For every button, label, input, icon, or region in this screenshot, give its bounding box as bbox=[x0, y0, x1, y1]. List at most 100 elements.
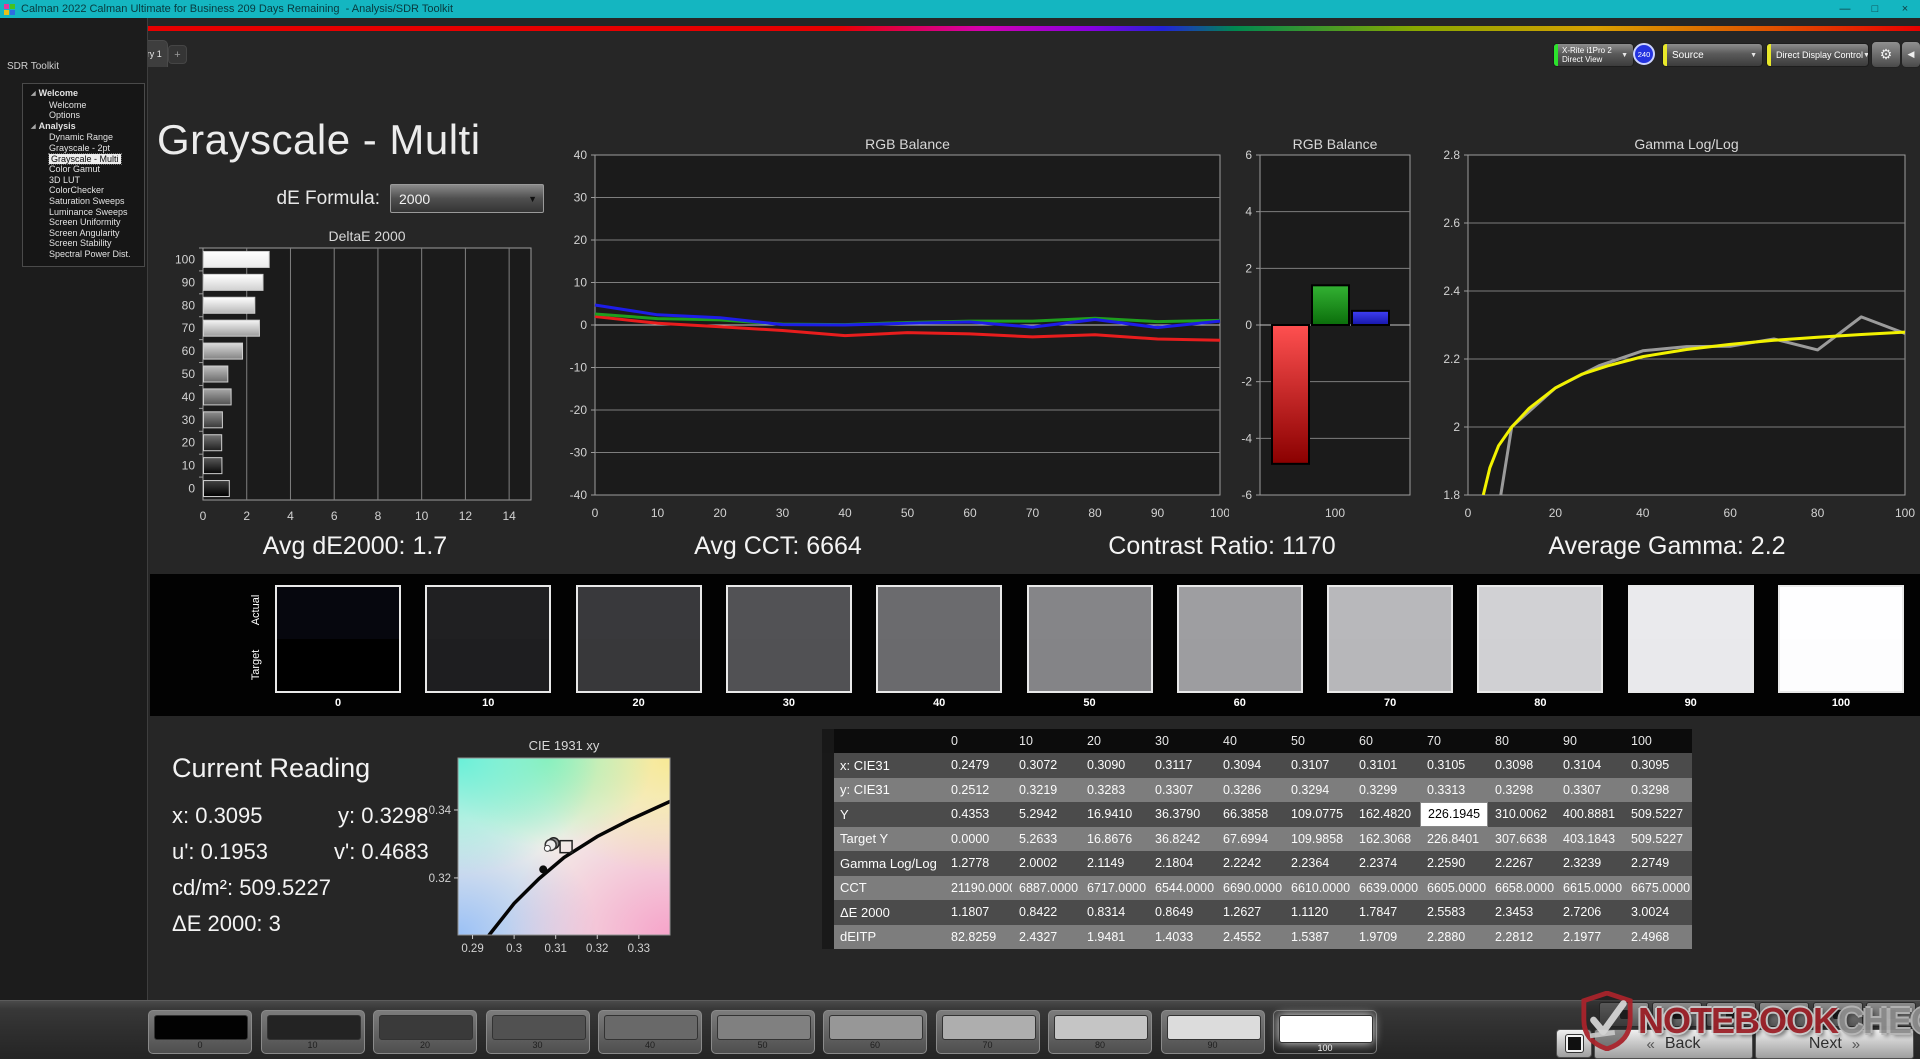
maximize-button[interactable]: □ bbox=[1860, 0, 1890, 18]
reading-de2000: ΔE 2000: 3 bbox=[172, 911, 281, 937]
table-header-row: 0102030405060708090100 bbox=[822, 729, 1692, 753]
level-patch-20[interactable]: 20 bbox=[373, 1010, 477, 1054]
table-cell: 0.3107 bbox=[1284, 753, 1352, 778]
reading-v-prime: v': 0.4683 bbox=[334, 839, 429, 865]
next-button[interactable]: Next » bbox=[1755, 1029, 1914, 1059]
svg-text:60: 60 bbox=[963, 506, 977, 517]
de-formula-select[interactable]: 2000 ▼ bbox=[390, 184, 544, 213]
stop-button[interactable] bbox=[1556, 1029, 1592, 1058]
table-cell: 5.2633 bbox=[1012, 827, 1080, 852]
patch-swatch bbox=[942, 1015, 1036, 1040]
svg-text:30: 30 bbox=[574, 191, 588, 205]
meter-select-button[interactable]: X-Rite i1Pro 2 Direct View ▼ bbox=[1553, 43, 1634, 67]
settings-button[interactable]: ⚙ bbox=[1871, 41, 1901, 68]
column-header-20: 20 bbox=[1080, 729, 1148, 753]
svg-text:0: 0 bbox=[1245, 318, 1252, 332]
sidebar-item-grayscale-multi[interactable]: Grayscale - Multi bbox=[23, 154, 144, 165]
transport-button[interactable] bbox=[1599, 1002, 1649, 1027]
sidebar-item-saturation-sweeps[interactable]: Saturation Sweeps bbox=[23, 196, 144, 207]
table-cell: 0.3294 bbox=[1284, 778, 1352, 803]
reading-x: x: 0.3095 bbox=[172, 803, 263, 829]
chevron-down-icon: ▼ bbox=[1621, 52, 1628, 59]
level-patch-50[interactable]: 50 bbox=[711, 1010, 815, 1054]
transport-button[interactable] bbox=[1866, 1002, 1916, 1027]
source-select-button[interactable]: Source ▼ bbox=[1662, 43, 1763, 67]
sidebar-item-grayscale-2pt[interactable]: Grayscale - 2pt bbox=[23, 143, 144, 154]
table-cell: 36.8242 bbox=[1148, 827, 1216, 852]
level-patch-70[interactable]: 70 bbox=[936, 1010, 1040, 1054]
transport-button[interactable] bbox=[1759, 1002, 1809, 1027]
transport-button[interactable] bbox=[1652, 1002, 1702, 1027]
display-status-icon bbox=[1767, 44, 1771, 66]
close-button[interactable]: × bbox=[1890, 0, 1920, 18]
table-cell: 2.1804 bbox=[1148, 851, 1216, 876]
sidebar-item-welcome[interactable]: ◢Welcome bbox=[23, 88, 144, 100]
sidebar-item-options[interactable]: Options bbox=[23, 110, 144, 121]
table-cell: 2.3453 bbox=[1488, 900, 1556, 925]
table-row: x: CIE310.24790.30720.30900.31170.30940.… bbox=[822, 753, 1692, 778]
source-status-icon bbox=[1663, 44, 1667, 66]
table-cell: 0.2479 bbox=[944, 753, 1012, 778]
swatch-label: 30 bbox=[726, 697, 852, 709]
expander-icon[interactable]: ◢ bbox=[31, 124, 36, 130]
sidebar-item-colorchecker[interactable]: ColorChecker bbox=[23, 185, 144, 196]
collapse-panel-button[interactable]: ◀ bbox=[1901, 41, 1920, 68]
sidebar-item-spectral-power-dist[interactable]: Spectral Power Dist. bbox=[23, 249, 144, 260]
next-label: Next bbox=[1809, 1035, 1842, 1053]
grayscale-swatch-90 bbox=[1628, 585, 1754, 693]
sidebar-item-analysis[interactable]: ◢Analysis bbox=[23, 121, 144, 133]
svg-text:6: 6 bbox=[331, 509, 338, 522]
level-patch-0[interactable]: 0 bbox=[148, 1010, 252, 1054]
patch-label: 40 bbox=[599, 1040, 701, 1050]
svg-text:-20: -20 bbox=[570, 403, 588, 417]
patch-swatch bbox=[267, 1015, 361, 1040]
transport-icon bbox=[1726, 1010, 1735, 1019]
table-cell: 0.3117 bbox=[1148, 753, 1216, 778]
sidebar-item-screen-angularity[interactable]: Screen Angularity bbox=[23, 228, 144, 239]
sidebar-item-screen-stability[interactable]: Screen Stability bbox=[23, 238, 144, 249]
table-cell: 6544.0000 bbox=[1148, 876, 1216, 901]
table-cell: 0.4353 bbox=[944, 802, 1012, 827]
back-button[interactable]: « Back bbox=[1594, 1029, 1753, 1059]
transport-button[interactable] bbox=[1706, 1002, 1756, 1027]
add-tab-button[interactable]: + bbox=[168, 45, 187, 64]
transport-button[interactable] bbox=[1813, 1002, 1863, 1027]
svg-text:4: 4 bbox=[287, 509, 294, 522]
grayscale-swatch-10 bbox=[425, 585, 551, 693]
svg-text:-6: -6 bbox=[1241, 488, 1252, 502]
table-cell: 2.4327 bbox=[1012, 925, 1080, 950]
de-formula-value: 2000 bbox=[399, 191, 430, 207]
svg-text:0.34: 0.34 bbox=[429, 805, 452, 817]
svg-text:8: 8 bbox=[375, 509, 382, 522]
sidebar-item-3d-lut[interactable]: 3D LUT bbox=[23, 175, 144, 186]
level-patch-60[interactable]: 60 bbox=[823, 1010, 927, 1054]
patch-swatch bbox=[154, 1015, 248, 1040]
svg-text:20: 20 bbox=[574, 233, 588, 247]
level-patch-100[interactable]: 100 bbox=[1273, 1010, 1377, 1054]
level-patch-10[interactable]: 10 bbox=[261, 1010, 365, 1054]
expander-icon[interactable]: ◢ bbox=[31, 91, 36, 97]
display-control-select-button[interactable]: Direct Display Control ▼ bbox=[1766, 43, 1869, 67]
table-cell: 0.3286 bbox=[1216, 778, 1284, 803]
sidebar-item-color-gamut[interactable]: Color Gamut bbox=[23, 164, 144, 175]
table-cell: 6675.0000 bbox=[1624, 876, 1692, 901]
sidebar-item-screen-uniformity[interactable]: Screen Uniformity bbox=[23, 217, 144, 228]
table-cell: 2.2812 bbox=[1488, 925, 1556, 950]
level-patch-30[interactable]: 30 bbox=[486, 1010, 590, 1054]
actual-swatch-color bbox=[1479, 587, 1601, 639]
table-cell: 6690.0000 bbox=[1216, 876, 1284, 901]
sidebar-item-welcome[interactable]: Welcome bbox=[23, 100, 144, 111]
level-patch-90[interactable]: 90 bbox=[1161, 1010, 1265, 1054]
minimize-button[interactable]: — bbox=[1830, 0, 1860, 18]
table-cell: 36.3790 bbox=[1148, 802, 1216, 827]
column-header-70: 70 bbox=[1420, 729, 1488, 753]
table-row: Gamma Log/Log1.27782.00022.11492.18042.2… bbox=[822, 851, 1692, 876]
level-patch-40[interactable]: 40 bbox=[598, 1010, 702, 1054]
sidebar-item-luminance-sweeps[interactable]: Luminance Sweeps bbox=[23, 207, 144, 218]
level-patch-80[interactable]: 80 bbox=[1048, 1010, 1152, 1054]
display-control-label: Direct Display Control bbox=[1776, 50, 1863, 60]
svg-text:80: 80 bbox=[1088, 506, 1102, 517]
sidebar-item-dynamic-range[interactable]: Dynamic Range bbox=[23, 132, 144, 143]
column-header-30: 30 bbox=[1148, 729, 1216, 753]
table-cell: 6887.0000 bbox=[1012, 876, 1080, 901]
